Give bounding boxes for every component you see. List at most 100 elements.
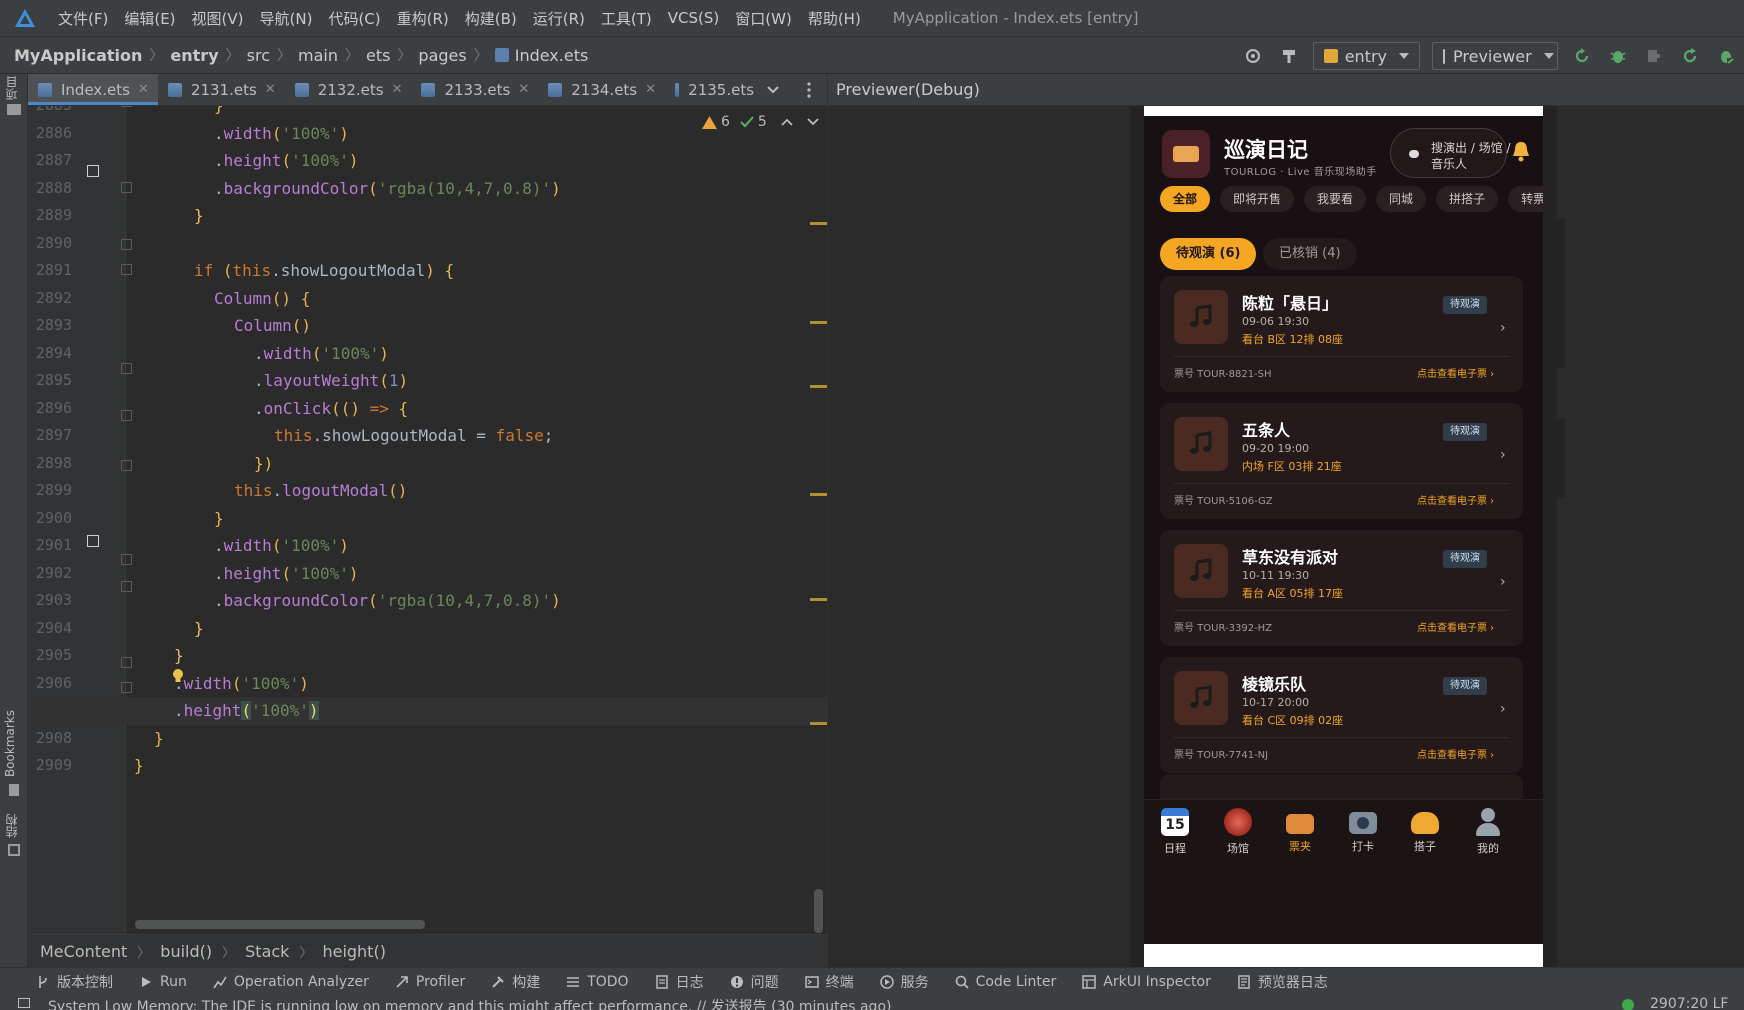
menu-window[interactable]: 窗口(W) [727,8,800,29]
error-stripe-mark[interactable] [810,385,827,388]
profile-bug-icon[interactable] [1714,44,1738,68]
chip-wishlist[interactable]: 我要看 [1304,186,1367,212]
chip-local[interactable]: 同城 [1376,186,1427,212]
tab-2135-ets[interactable]: 2135.ets [665,74,763,105]
tool-todo[interactable]: TODO [566,974,629,990]
close-icon[interactable]: ✕ [392,82,403,97]
nav-schedule[interactable]: 15 日程 [1148,808,1202,856]
close-icon[interactable]: ✕ [138,82,149,97]
menu-refactor[interactable]: 重构(R) [389,8,457,29]
tool-problems[interactable]: 问题 [730,972,779,992]
nav-ticket-wallet[interactable]: 票夹 [1273,808,1327,854]
menu-build[interactable]: 构建(B) [457,8,525,29]
crumb-ets[interactable]: ets [366,46,390,65]
caret-position[interactable]: 2907:20 LF [1650,996,1728,1010]
crumb-pages[interactable]: pages [418,46,466,65]
ticket-card[interactable]: 五条人 09-20 19:00 内场 F区 03排 21座 待观演 › 票号 T… [1160,403,1523,519]
chevron-up-icon[interactable] [781,118,793,126]
status-message[interactable]: System Low Memory: The IDE is running lo… [48,996,891,1010]
crumb-main[interactable]: main [298,46,338,65]
menu-file[interactable]: 文件(F) [50,8,116,29]
tool-arkui-inspector[interactable]: ArkUI Inspector [1082,974,1211,990]
tab-index-ets[interactable]: Index.ets ✕ [28,74,158,105]
chip-all[interactable]: 全部 [1160,186,1211,212]
attach-debugger-icon[interactable] [1642,44,1666,68]
chevron-down-icon[interactable] [807,118,819,126]
structure-icon[interactable] [8,844,20,856]
structure-tool-label[interactable]: 结构 [3,814,20,838]
breadcrumb-stack[interactable]: Stack [245,942,289,961]
tab-2134-ets[interactable]: 2134.ets ✕ [538,74,665,105]
nav-buddy[interactable]: 搭子 [1398,808,1452,854]
menu-help[interactable]: 帮助(H) [800,8,869,29]
crumb-module[interactable]: entry [170,46,218,65]
menu-navigate[interactable]: 导航(N) [252,8,321,29]
ticket-card[interactable]: 棱镜乐队 10-17 20:00 看台 C区 09排 02座 待观演 › 票号 … [1160,657,1523,773]
breadcrumb-build[interactable]: build() [160,942,212,961]
menu-vcs[interactable]: VCS(S) [660,9,727,27]
module-selector[interactable]: entry [1312,42,1420,70]
menu-run[interactable]: 运行(R) [525,8,593,29]
target-icon[interactable] [1241,44,1265,68]
crumb-src[interactable]: src [247,46,270,65]
close-icon[interactable]: ✕ [518,82,529,97]
menu-code[interactable]: 代码(C) [320,8,388,29]
hammer-build-icon[interactable] [1277,44,1301,68]
inspection-widget[interactable]: 6 5 [702,110,819,134]
project-tool-label[interactable]: 项目 [3,76,20,100]
status-window-icon[interactable] [18,998,30,1008]
error-stripe-mark[interactable] [810,722,827,725]
bookmarks-tool-label[interactable]: Bookmarks [3,710,17,777]
tool-profiler[interactable]: Profiler [395,974,465,990]
search-box[interactable]: 搜演出 / 场馆 / 音乐人 [1390,128,1511,178]
tab-2132-ets[interactable]: 2132.ets ✕ [285,74,412,105]
tool-terminal[interactable]: 终端 [804,972,854,992]
error-stripe-mark[interactable] [810,598,827,601]
nav-venue[interactable]: 场馆 [1211,808,1265,856]
breadcrumb-mecontent[interactable]: MeContent [40,942,127,961]
tool-code-linter[interactable]: Code Linter [955,974,1056,990]
chip-buddy[interactable]: 拼搭子 [1436,186,1499,212]
tool-run[interactable]: Run [139,974,187,990]
code-editor[interactable]: 2885 2886 2887 2888 2889 2890 2891 2892 … [28,106,827,934]
project-folder-icon[interactable] [7,104,21,115]
reload-icon[interactable] [1678,44,1702,68]
ticket-card[interactable]: 草东没有派对 10-11 19:30 看台 A区 05排 17座 待观演 › 票… [1160,530,1523,646]
rerun-icon[interactable] [1570,44,1594,68]
bookmark-icon[interactable] [9,784,19,796]
nav-profile[interactable]: 我的 [1461,808,1515,856]
vertical-scrollbar[interactable] [814,889,823,933]
chip-resale[interactable]: 转票 [1508,186,1543,212]
ticket-card[interactable]: 陈粒「悬日」 09-06 19:30 看台 B区 12排 08座 待观演 › 票… [1160,276,1523,392]
error-stripe-mark[interactable] [810,321,827,324]
view-eticket-link[interactable]: 点击查看电子票 › [1417,365,1494,380]
segment-upcoming[interactable]: 待观演 (6) [1160,238,1257,270]
view-eticket-link[interactable]: 点击查看电子票 › [1417,492,1494,507]
tool-operation-analyzer[interactable]: Operation Analyzer [213,974,369,990]
view-eticket-link[interactable]: 点击查看电子票 › [1417,619,1494,634]
tool-build[interactable]: 构建 [491,972,540,992]
more-options-icon[interactable] [797,78,821,102]
intention-bulb-icon[interactable] [172,669,184,683]
error-stripe-mark[interactable] [810,222,827,225]
crumb-project[interactable]: MyApplication [14,46,142,65]
segment-used[interactable]: 已核销 (4) [1263,238,1357,270]
chip-presale[interactable]: 即将开售 [1220,186,1295,212]
crumb-file[interactable]: Index.ets [515,46,589,65]
bell-icon[interactable] [1511,140,1531,162]
view-eticket-link[interactable]: 点击查看电子票 › [1417,746,1494,761]
close-icon[interactable]: ✕ [265,82,276,97]
tool-version-control[interactable]: 版本控制 [36,972,113,992]
menu-edit[interactable]: 编辑(E) [116,8,183,29]
device-selector[interactable]: Previewer [1432,42,1558,70]
error-stripe-mark[interactable] [810,493,827,496]
close-icon[interactable]: ✕ [645,82,656,97]
tab-list-chevron-icon[interactable] [761,78,785,102]
debug-bug-icon[interactable] [1606,44,1630,68]
tool-services[interactable]: 服务 [879,972,929,992]
horizontal-scrollbar[interactable] [135,920,425,929]
nav-checkin[interactable]: 打卡 [1336,808,1390,854]
breadcrumb-height[interactable]: height() [322,942,385,961]
tool-previewer-log[interactable]: 预览器日志 [1237,972,1328,992]
tab-2133-ets[interactable]: 2133.ets ✕ [411,74,538,105]
